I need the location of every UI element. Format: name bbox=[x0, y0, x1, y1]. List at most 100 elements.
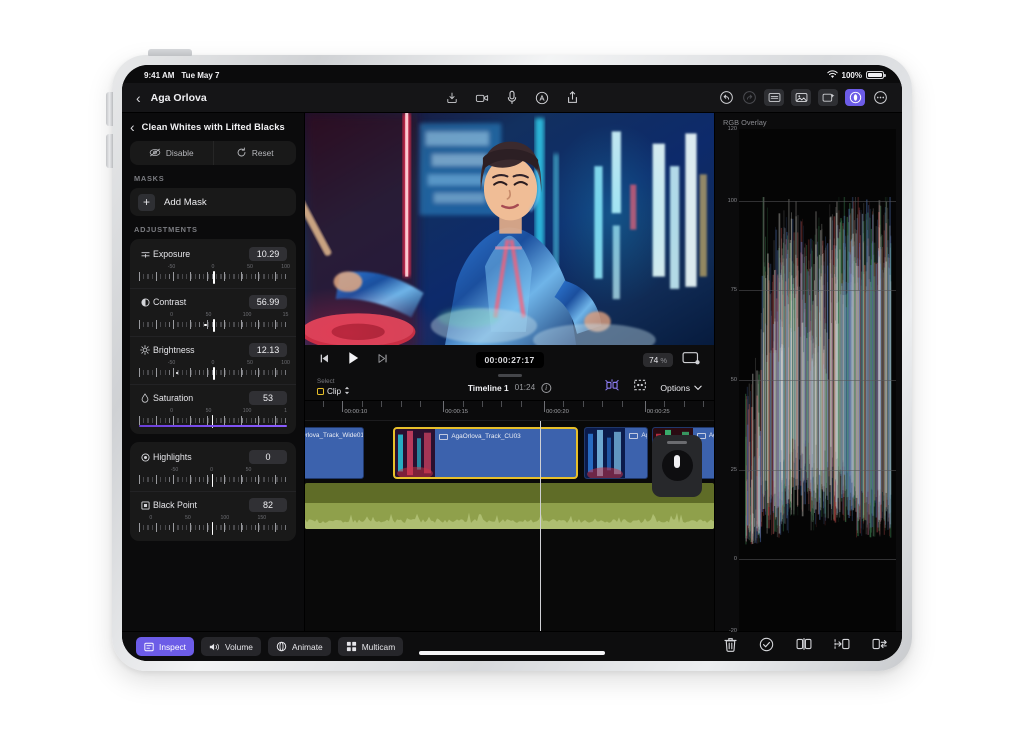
adjustments-section-label: ADJUSTMENTS bbox=[122, 224, 304, 239]
clip-thumbnail bbox=[395, 429, 435, 477]
slider-thumb[interactable] bbox=[212, 522, 214, 535]
adjustment-row-contrast: Contrast 56.99 05010015 bbox=[130, 288, 296, 336]
adjustment-slider[interactable]: 0501001 bbox=[139, 408, 287, 430]
zoom-level[interactable]: 74% bbox=[643, 353, 673, 367]
chevron-left-icon[interactable]: ‹ bbox=[136, 91, 141, 105]
microphone-icon[interactable] bbox=[504, 90, 520, 106]
scope-axis-label: 50 bbox=[731, 377, 737, 383]
ruler-minor-tick bbox=[463, 401, 464, 407]
volume-up-button[interactable] bbox=[106, 92, 113, 126]
power-button[interactable] bbox=[148, 49, 192, 56]
info-icon[interactable]: i bbox=[541, 383, 551, 393]
adjustment-value[interactable]: 12.13 bbox=[249, 343, 287, 357]
adjustment-value[interactable]: 56.99 bbox=[249, 295, 287, 309]
more-icon[interactable] bbox=[872, 90, 888, 106]
titles-icon[interactable] bbox=[764, 89, 784, 106]
insert-clip-icon[interactable] bbox=[834, 637, 850, 656]
fit-to-screen-icon[interactable] bbox=[682, 351, 700, 370]
multicam-button[interactable]: Multicam bbox=[338, 637, 404, 656]
playhead[interactable] bbox=[540, 421, 541, 631]
import-icon[interactable] bbox=[444, 90, 460, 106]
video-preview[interactable] bbox=[305, 113, 714, 345]
disable-button[interactable]: Disable bbox=[130, 141, 214, 165]
ruler-minor-tick bbox=[703, 401, 704, 407]
adjustment-row-black-point: Black Point 82 050100150 bbox=[130, 491, 296, 539]
trash-icon[interactable] bbox=[724, 637, 737, 657]
jog-wheel-handle[interactable] bbox=[667, 441, 687, 444]
check-circle-icon[interactable] bbox=[759, 637, 774, 657]
scope-axis-label: 100 bbox=[728, 198, 737, 204]
slider-thumb[interactable] bbox=[212, 474, 214, 487]
button-label: Inspect bbox=[159, 642, 186, 652]
table-row[interactable]: AgaOrlova_Track_Wide01 bbox=[305, 427, 364, 479]
volume-down-button[interactable] bbox=[106, 134, 113, 168]
clip-name: AgaOrlova_Tra... bbox=[709, 432, 714, 439]
adjustment-value[interactable]: 10.29 bbox=[249, 247, 287, 261]
ruler-minor-tick bbox=[602, 401, 603, 407]
highlights-icon bbox=[139, 453, 151, 462]
undo-icon[interactable] bbox=[718, 90, 734, 106]
reset-button[interactable]: Reset bbox=[214, 141, 297, 165]
step-forward-icon[interactable] bbox=[376, 351, 388, 369]
slider-thumb[interactable] bbox=[213, 271, 215, 284]
media-library-icon[interactable] bbox=[791, 89, 811, 106]
ipad-screen: 9:41 AM Tue May 7 100% ‹ Aga Orlova bbox=[122, 65, 902, 661]
scope-panel: RGB Overlay 1201007550250-20 bbox=[714, 113, 902, 631]
timeline-name: Timeline 1 bbox=[468, 383, 509, 393]
table-row[interactable]: AgaOrlova_Track_CU03 bbox=[393, 427, 578, 479]
contrast-icon bbox=[139, 298, 151, 307]
color-inspector-icon[interactable] bbox=[845, 89, 865, 106]
saturation-icon bbox=[139, 393, 151, 403]
adjustment-slider[interactable]: -50050100 bbox=[139, 360, 287, 382]
timeline-resize-handle[interactable] bbox=[498, 374, 522, 377]
adjustment-slider[interactable]: 05010015 bbox=[139, 312, 287, 334]
slider-thumb[interactable] bbox=[213, 319, 215, 332]
slider-tick-marks bbox=[139, 272, 287, 281]
adjustment-value[interactable]: 82 bbox=[249, 498, 287, 512]
replace-clip-icon[interactable] bbox=[872, 637, 888, 656]
jog-wheel-control[interactable] bbox=[652, 435, 702, 497]
adjustment-group: Highlights 0 -50050 Black Point 82 05010… bbox=[130, 442, 296, 541]
video-camera-icon[interactable] bbox=[474, 90, 490, 106]
adjustment-slider[interactable]: 050100150 bbox=[139, 515, 287, 537]
scope-gridline bbox=[739, 470, 896, 471]
slider-scale-labels: 050100150 bbox=[139, 515, 287, 522]
effects-icon[interactable] bbox=[818, 89, 838, 106]
adjustment-value[interactable]: 0 bbox=[249, 450, 287, 464]
snap-magnet-icon[interactable] bbox=[604, 378, 620, 397]
timeline-tracks[interactable]: AgaOrlova_Track_Wide01 AgaOrlova_Track_C… bbox=[305, 421, 714, 631]
step-backward-icon[interactable] bbox=[319, 351, 331, 369]
slider-thumb[interactable] bbox=[213, 367, 215, 380]
jog-dial[interactable] bbox=[662, 450, 693, 481]
bottom-toolbar: Inspect Volume Animate Multicam bbox=[122, 631, 902, 661]
inspect-button[interactable]: Inspect bbox=[136, 637, 194, 656]
options-button[interactable]: Options bbox=[660, 383, 702, 393]
add-mask-button[interactable]: + Add Mask bbox=[130, 188, 296, 216]
share-icon[interactable] bbox=[564, 90, 580, 106]
timeline-ruler[interactable]: 00:00:1000:00:1500:00:2000:00:2500:00:30… bbox=[305, 401, 714, 421]
tick-label: -50 bbox=[168, 264, 176, 270]
adjustment-value[interactable]: 53 bbox=[249, 391, 287, 405]
animate-button[interactable]: Animate bbox=[268, 637, 331, 656]
film-clip-icon bbox=[629, 433, 638, 439]
inspect-icon bbox=[144, 642, 154, 652]
timecode-display[interactable]: 00:00:27:17 bbox=[475, 352, 543, 368]
clip-tools-icon[interactable] bbox=[632, 378, 648, 397]
inspector-back-icon[interactable]: ‹ bbox=[130, 120, 135, 134]
rgb-overlay-plot[interactable] bbox=[739, 129, 896, 631]
table-row[interactable]: AgaOrlov... bbox=[584, 427, 647, 479]
masks-section-label: MASKS bbox=[122, 173, 304, 188]
selection-mode[interactable]: Select Clip bbox=[317, 378, 350, 397]
volume-icon bbox=[209, 642, 220, 652]
apple-intelligence-icon[interactable] bbox=[534, 90, 550, 106]
ruler-label: 00:00:25 bbox=[645, 409, 670, 415]
timeline-duration: 01:24 bbox=[515, 383, 536, 392]
adjustment-slider[interactable]: -50050100 bbox=[139, 264, 287, 286]
split-clip-icon[interactable] bbox=[796, 637, 812, 656]
adjustment-slider[interactable]: -50050 bbox=[139, 467, 287, 489]
volume-button[interactable]: Volume bbox=[201, 637, 261, 656]
tick-label: 50 bbox=[247, 360, 253, 366]
stepper-icon[interactable] bbox=[344, 386, 350, 397]
play-icon[interactable] bbox=[347, 351, 360, 370]
home-indicator[interactable] bbox=[419, 651, 605, 655]
